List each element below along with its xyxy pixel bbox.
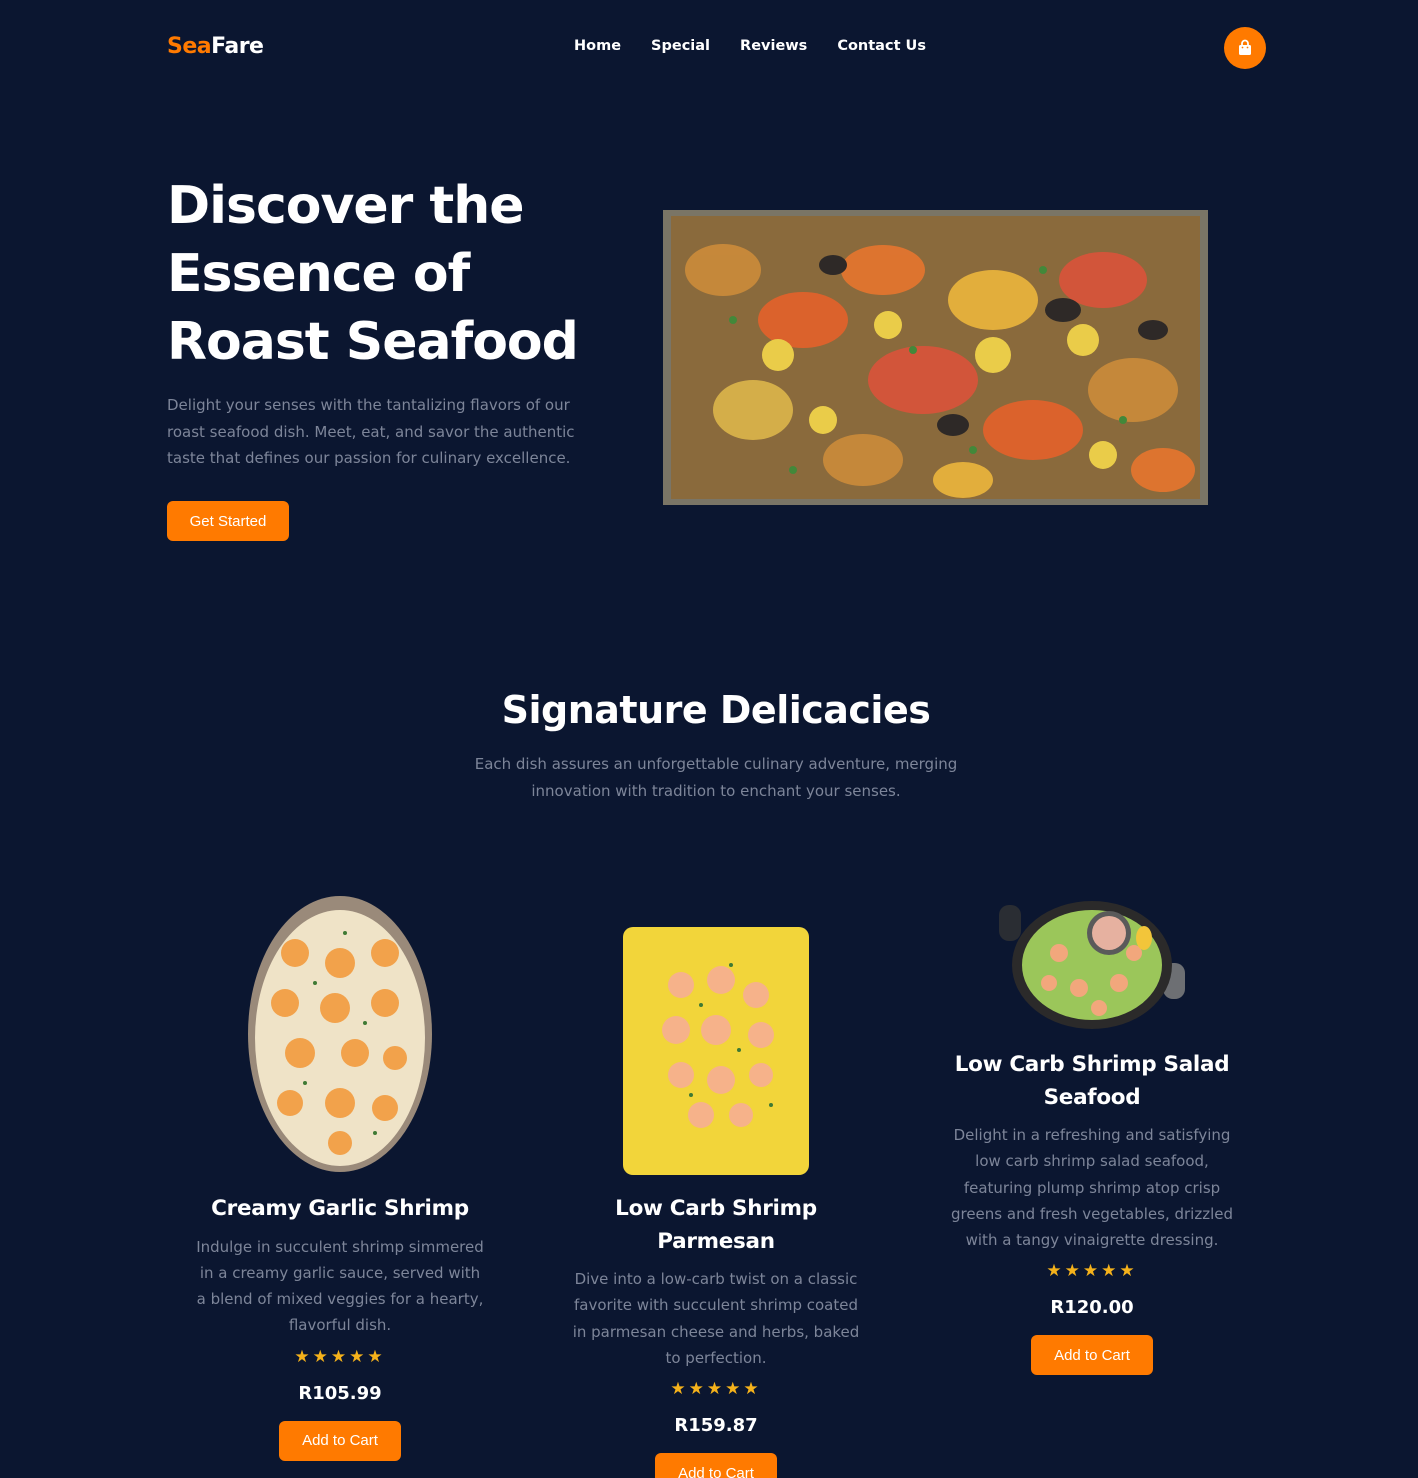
card-price: R120.00 [1050,1297,1134,1319]
hero-title: Discover the Essence of Roast Seafood [167,176,579,372]
shrimp-salad-image [999,893,1185,1031]
shrimp-parmesan-image [621,925,811,1177]
logo-part-fare: Fare [211,34,264,59]
nav-reviews[interactable]: Reviews [740,38,807,54]
product-card-low-carb-shrimp-salad: Low Carb Shrimp Salad Seafood Delight in… [942,893,1242,1376]
creamy-garlic-shrimp-image [245,893,435,1175]
card-price: R105.99 [298,1382,382,1404]
card-description: Delight in a refreshing and satisfying l… [950,1126,1234,1250]
card-description: Dive into a low-carb twist on a classic … [572,1270,860,1367]
shopping-bag-icon [1239,39,1251,55]
logo[interactable]: SeaFare [167,34,264,59]
section-subtitle: Each dish assures an unforgettable culin… [474,755,958,800]
nav-contact-us[interactable]: Contact Us [837,38,926,54]
hero-description: Delight your senses with the tantalizing… [167,396,575,467]
product-card-low-carb-shrimp-parmesan: Low Carb Shrimp Parmesan Dive into a low… [566,925,866,1478]
section-title: Signature Delicacies [501,688,931,732]
logo-part-sea: Sea [167,34,212,59]
add-to-cart-button[interactable]: Add to Cart [279,1420,401,1461]
hero-seafood-image [663,210,1208,505]
rating-stars: ★★★★★ [294,1346,386,1367]
rating-stars: ★★★★★ [670,1379,762,1400]
card-title: Low Carb Shrimp Salad Seafood [954,1052,1230,1110]
rating-stars: ★★★★★ [1046,1261,1138,1282]
card-title: Creamy Garlic Shrimp [211,1196,469,1221]
nav-special[interactable]: Special [651,38,710,54]
card-title: Low Carb Shrimp Parmesan [615,1196,817,1254]
nav-home[interactable]: Home [574,38,621,54]
card-price: R159.87 [674,1415,758,1437]
get-started-button[interactable]: Get Started [167,501,289,541]
product-card-creamy-garlic-shrimp: Creamy Garlic Shrimp Indulge in succulen… [190,893,490,1461]
main-nav: Home Special Reviews Contact Us [574,38,926,54]
cart-button[interactable] [1224,27,1266,69]
add-to-cart-button[interactable]: Add to Cart [1031,1335,1153,1376]
add-to-cart-button[interactable]: Add to Cart [655,1453,777,1478]
card-description: Indulge in succulent shrimp simmered in … [196,1237,484,1335]
